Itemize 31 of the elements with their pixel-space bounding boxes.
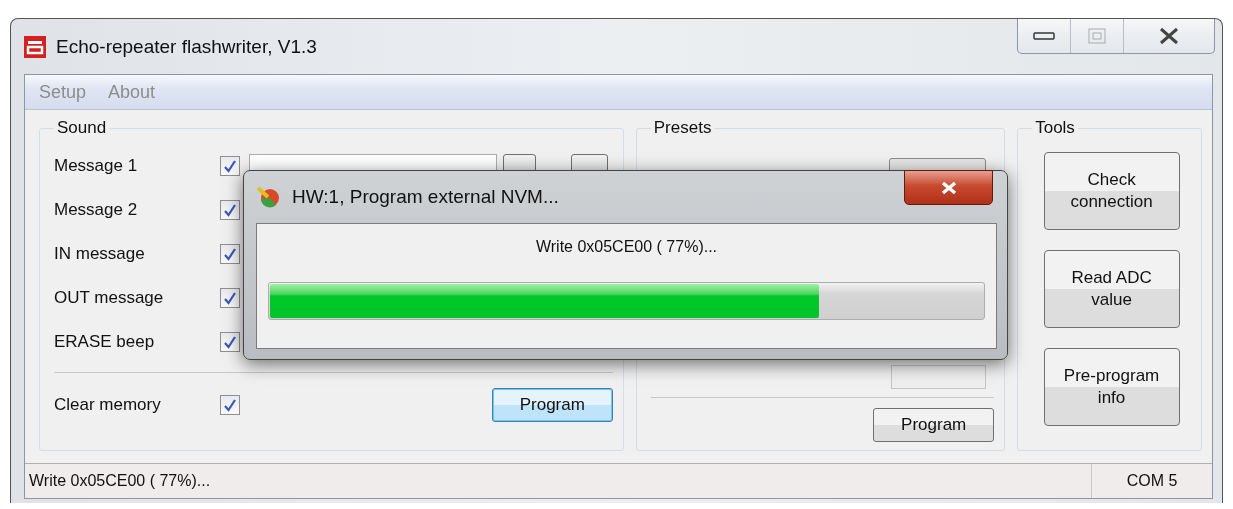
checkbox[interactable]: [220, 288, 240, 308]
group-title: Tools: [1034, 118, 1076, 138]
group-title: Presets: [652, 118, 713, 138]
group-title: Sound: [56, 118, 108, 138]
dialog-title: HW:1, Program external NVM...: [292, 186, 559, 208]
app-icon: [24, 35, 46, 58]
close-icon: [1158, 27, 1180, 45]
row-label: ERASE beep: [54, 332, 156, 352]
close-button[interactable]: [904, 170, 993, 205]
checkbox[interactable]: [220, 200, 240, 220]
progress-message: Write 0x05CE00 ( 77%)...: [535, 238, 718, 256]
row-label: Message 1: [54, 156, 139, 176]
row-label: IN message: [54, 244, 146, 264]
tool-button[interactable]: Check connection: [1043, 152, 1180, 230]
program-button[interactable]: Program: [873, 408, 995, 442]
checkbox[interactable]: [220, 156, 240, 176]
timeout-field[interactable]: [891, 365, 987, 389]
checkbox[interactable]: [220, 332, 240, 352]
tool-button[interactable]: Pre-program info: [1043, 348, 1180, 426]
window-title: Echo-repeater flashwriter, V1.3: [56, 35, 317, 58]
status-text: Write 0x05CE00 ( 77%)...: [29, 472, 211, 490]
tool-button[interactable]: Read ADC value: [1043, 250, 1180, 328]
row-label: Message 2: [54, 200, 139, 220]
checkbox[interactable]: [220, 244, 240, 264]
minimize-icon: [1033, 32, 1055, 40]
checkbox[interactable]: [220, 395, 240, 415]
row-label: OUT message: [54, 288, 165, 308]
port-label: COM 5: [1126, 472, 1178, 490]
row-label: Clear memory: [54, 395, 162, 415]
program-button[interactable]: Program: [491, 388, 613, 422]
maximize-icon: [1088, 28, 1106, 44]
